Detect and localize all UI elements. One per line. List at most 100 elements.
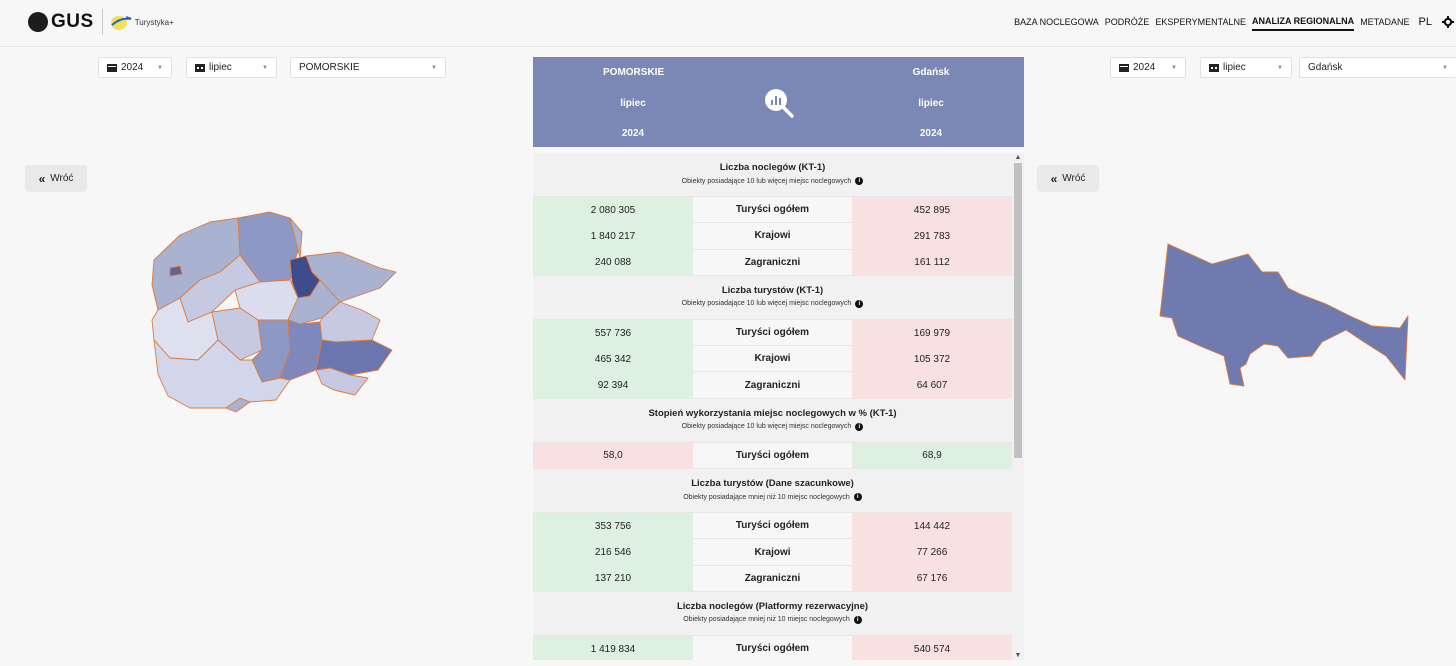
row-label-cell: Turyści ogółem	[693, 442, 852, 470]
info-icon[interactable]: i	[855, 299, 864, 308]
nav-baza-noclegowa[interactable]: BAZA NOCLEGOWA	[1014, 14, 1099, 30]
header-left-month: lipiec	[620, 98, 646, 109]
left-month-value: lipiec	[209, 62, 232, 73]
info-icon[interactable]: i	[853, 493, 862, 502]
section-header: Liczba turystów (Dane szacunkowe) Obiekty…	[533, 469, 1012, 514]
nav-analiza-regionalna[interactable]: ANALIZA REGIONALNA	[1252, 13, 1355, 31]
chevron-down-icon: ▼	[1171, 65, 1177, 71]
section-header: Liczba noclegów (KT-1) Obiekty posiadając…	[533, 153, 1012, 197]
left-region-map[interactable]	[140, 210, 400, 415]
right-year-select[interactable]: 2024 ▼	[1110, 57, 1186, 78]
map-city-gdansk	[1159, 243, 1409, 387]
table-row: 353 756 Turyści ogółem 144 442	[533, 513, 1012, 540]
table-row: 58,0 Turyści ogółem 68,9	[533, 442, 1012, 470]
header-right-region: Gdańsk	[912, 67, 950, 78]
right-back-button[interactable]: « Wróć	[1037, 165, 1099, 192]
section-title: Liczba noclegów (Platformy rezerwacyjne)	[676, 600, 869, 612]
right-value-cell: 144 442	[852, 513, 1012, 540]
right-value-cell: 291 783	[852, 223, 1012, 250]
left-value-cell: 137 210	[533, 565, 693, 592]
right-month-value: lipiec	[1223, 62, 1246, 73]
chart-search-icon	[765, 89, 794, 118]
info-icon[interactable]: i	[855, 177, 864, 185]
section-subtitle-text: Obiekty posiadające 10 lub więcej miejsc…	[681, 423, 852, 431]
table-scrollbar[interactable]: ▲ ▼	[1012, 153, 1024, 660]
section-header: Liczba noclegów (Platformy rezerwacyjne)…	[533, 591, 1012, 636]
table-row: 216 546 Krajowi 77 266	[533, 539, 1012, 566]
double-chevron-left-icon: «	[38, 171, 46, 186]
row-label-cell: Krajowi	[693, 346, 852, 373]
row-label-cell: Krajowi	[693, 223, 852, 250]
section-title: Stopień wykorzystania miejsc noclegowych…	[648, 407, 897, 419]
chevron-down-icon: ▼	[431, 65, 437, 71]
left-value-cell: 2 080 305	[533, 197, 693, 224]
section-header: Stopień wykorzystania miejsc noclegowych…	[533, 398, 1012, 443]
row-label-cell: Turyści ogółem	[693, 513, 852, 540]
section-subtitle-text: Obiekty posiadające 10 lub więcej miejsc…	[681, 177, 852, 185]
comparison-table[interactable]: Liczba noclegów (KT-1) Obiekty posiadając…	[533, 153, 1024, 660]
section-header: Liczba turystów (KT-1) Obiekty posiadając…	[533, 275, 1012, 320]
row-label-cell: Turyści ogółem	[693, 635, 852, 660]
header-left-region: POMORSKIE	[603, 67, 665, 78]
section-title: Liczba turystów (KT-1)	[721, 284, 824, 296]
info-icon[interactable]: i	[855, 422, 864, 431]
nav-eksperymentalne[interactable]: EKSPERYMENTALNE	[1155, 14, 1246, 30]
right-back-label: Wróć	[1062, 173, 1086, 184]
table-row: 557 736 Turyści ogółem 169 979	[533, 319, 1012, 347]
logo-divider	[101, 9, 103, 35]
scrollbar-thumb[interactable]	[1014, 163, 1022, 458]
main-nav: BAZA NOCLEGOWA PODRÓŻE EKSPERYMENTALNE A…	[1011, 12, 1456, 32]
turystyka-logo[interactable]: Turystyka+	[109, 13, 174, 31]
nav-podroze[interactable]: PODRÓŻE	[1105, 14, 1150, 30]
section-title: Liczba turystów (Dane szacunkowe)	[691, 478, 854, 490]
right-value-cell: 64 607	[852, 372, 1012, 399]
left-month-select[interactable]: lipiec ▼	[186, 57, 277, 78]
left-year-select[interactable]: 2024 ▼	[98, 57, 172, 78]
nav-metadane[interactable]: METADANE	[1360, 14, 1409, 30]
right-value-cell: 169 979	[852, 319, 1012, 347]
table-row: 240 088 Zagraniczni 161 112	[533, 249, 1012, 276]
section-subtitle: Obiekty posiadające mniej niż 10 miejsc …	[533, 493, 1012, 502]
left-back-button[interactable]: « Wróć	[25, 165, 87, 192]
map-county	[169, 265, 183, 277]
scroll-down-arrow[interactable]: ▼	[1012, 651, 1024, 660]
right-region-map[interactable]	[1150, 238, 1415, 390]
right-value-cell: 67 176	[852, 565, 1012, 592]
section-subtitle-text: Obiekty posiadające mniej niż 10 miejsc …	[683, 616, 850, 624]
row-label-cell: Turyści ogółem	[693, 197, 852, 224]
header-right-month: lipiec	[918, 98, 944, 109]
left-year-value: 2024	[121, 62, 144, 73]
calendar-icon	[1119, 64, 1129, 72]
left-value-cell: 92 394	[533, 372, 693, 399]
info-icon[interactable]: i	[853, 615, 862, 624]
row-label-cell: Zagraniczni	[693, 372, 852, 399]
right-value-cell: 452 895	[852, 197, 1012, 224]
row-label-cell: Zagraniczni	[693, 249, 852, 276]
scroll-up-arrow[interactable]: ▲	[1012, 153, 1024, 162]
left-value-cell: 557 736	[533, 319, 693, 347]
chevron-down-icon: ▼	[1277, 65, 1283, 71]
table-row: 1 840 217 Krajowi 291 783	[533, 223, 1012, 250]
table-row: 1 419 834 Turyści ogółem 540 574	[533, 635, 1012, 660]
gus-logo[interactable]: GUS Turystyka+	[28, 9, 174, 35]
right-value-cell: 161 112	[852, 249, 1012, 276]
left-region-select[interactable]: POMORSKIE ▼	[290, 57, 446, 78]
language-switch[interactable]: PL	[1419, 13, 1432, 31]
section-subtitle-text: Obiekty posiadające mniej niż 10 miejsc …	[683, 493, 850, 501]
right-year-value: 2024	[1133, 62, 1156, 73]
turystyka-logo-text: Turystyka+	[134, 17, 174, 27]
left-value-cell: 353 756	[533, 513, 693, 540]
right-month-select[interactable]: lipiec ▼	[1200, 57, 1292, 78]
left-value-cell: 1 840 217	[533, 223, 693, 250]
left-value-cell: 216 546	[533, 539, 693, 566]
left-value-cell: 465 342	[533, 346, 693, 373]
right-value-cell: 68,9	[852, 442, 1012, 470]
top-bar: GUS Turystyka+ BAZA NOCLEGOWA PODRÓŻE EK…	[0, 0, 1456, 47]
calendar-month-icon	[195, 64, 205, 72]
double-chevron-left-icon: «	[1050, 171, 1058, 186]
section-subtitle: Obiekty posiadające mniej niż 10 miejsc …	[533, 615, 1012, 624]
gear-icon[interactable]	[1442, 16, 1454, 28]
right-value-cell: 105 372	[852, 346, 1012, 373]
right-value-cell: 540 574	[852, 635, 1012, 660]
right-region-select[interactable]: Gdańsk ▼	[1299, 57, 1456, 78]
